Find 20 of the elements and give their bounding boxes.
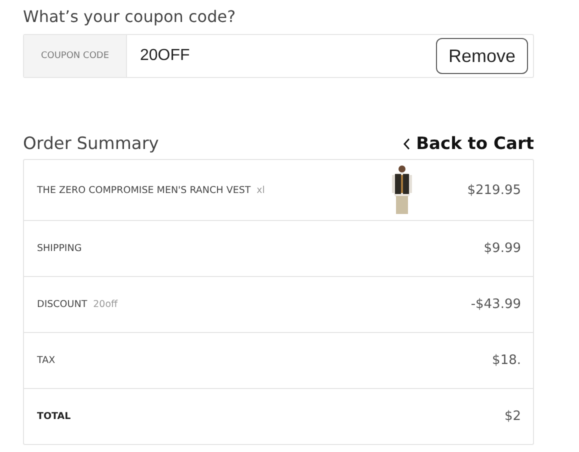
remove-button[interactable]: Remove [436,38,528,74]
row-note: xl [256,184,265,196]
coupon-heading: What’s your coupon code? [23,6,237,28]
row-amount: $2 [504,409,521,424]
row-amount: $18. [492,353,521,368]
summary-title: Order Summary [23,134,159,154]
row-amount: -$43.99 [470,297,521,312]
row-label: TAX [37,355,56,366]
row-label: THE ZERO COMPROMISE MEN'S RANCH VEST [37,184,251,196]
coupon-field[interactable]: COUPON CODE 20OFF Remove [23,34,534,78]
row-amount: $219.95 [467,182,521,198]
back-link[interactable]: Back to Cart [403,134,534,154]
row-note: 20off [93,299,118,310]
field-label: COUPON CODE [24,35,127,77]
chevron-left-icon [403,138,412,150]
row-label: DISCOUNT [37,299,88,310]
row-label: SHIPPING [37,243,82,254]
row-amount: $9.99 [484,241,521,256]
row-label: TOTAL [37,411,71,422]
coupon-input[interactable]: 20OFF [127,35,436,77]
